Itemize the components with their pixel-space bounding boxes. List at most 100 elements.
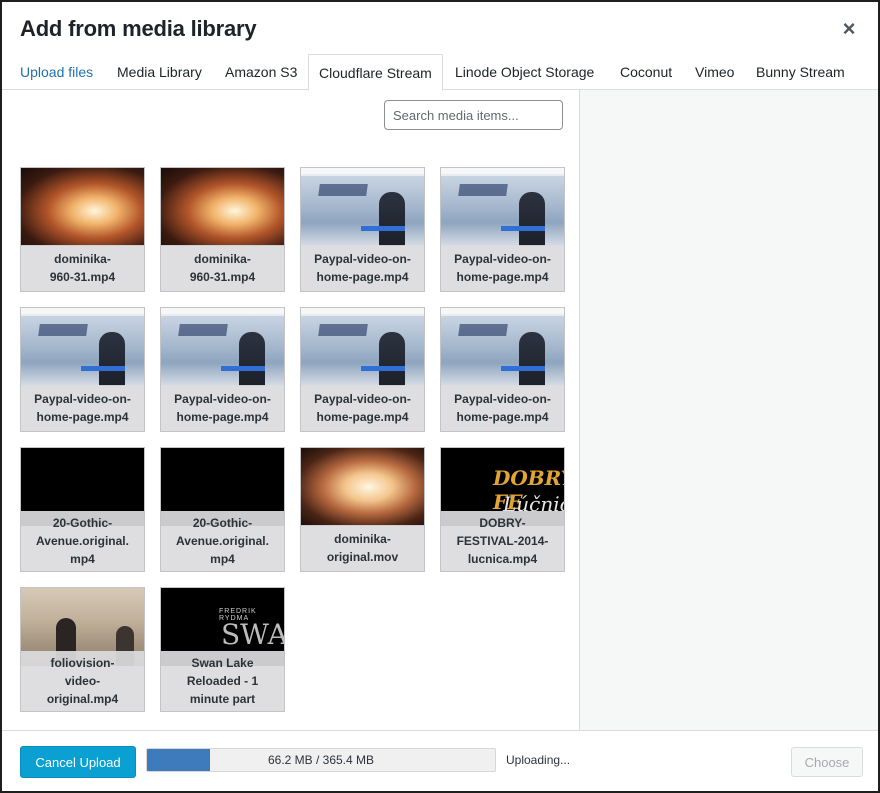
- thumb-detail: [519, 332, 545, 386]
- thumb-detail: [501, 366, 545, 371]
- filename-line: dominika-: [334, 532, 391, 546]
- thumb-detail: [441, 308, 564, 314]
- tab-upload-files[interactable]: Upload files: [10, 54, 103, 90]
- media-item[interactable]: foliovision-video-original.mp4: [20, 587, 145, 712]
- filename-line: Swan Lake: [191, 656, 254, 670]
- thumb-detail: [301, 168, 424, 174]
- filename-line: mp4: [70, 552, 95, 566]
- media-item-filename: Paypal-video-on-home-page.mp4: [441, 245, 564, 291]
- tab-amazon-s3[interactable]: Amazon S3: [215, 54, 307, 90]
- filename-line: Avenue.original.: [36, 534, 129, 548]
- filename-line: 960-31.mp4: [189, 270, 256, 284]
- filename-line: dominika-: [54, 252, 111, 266]
- thumb-detail: [178, 324, 228, 336]
- filename-line: 960-31.mp4: [49, 270, 116, 284]
- filename-line: 20-Gothic-: [192, 516, 253, 530]
- filename-line: original.mov: [326, 550, 399, 564]
- thumb-detail: [458, 324, 508, 336]
- filename-line: lucnica.mp4: [467, 552, 538, 566]
- media-item[interactable]: 20-Gothic- Avenue.original. mp4: [20, 447, 145, 572]
- filename-line: home-page.mp4: [456, 410, 549, 424]
- media-item[interactable]: dominika-original.mov: [300, 447, 425, 572]
- tab-linode-object-storage[interactable]: Linode Object Storage: [445, 54, 604, 90]
- media-thumbnail: [301, 168, 424, 246]
- filename-line: foliovision-: [50, 656, 115, 670]
- tab-bar: Upload files Media Library Amazon S3 Clo…: [2, 54, 878, 91]
- media-item[interactable]: dominika- 960-31.mp4: [160, 167, 285, 292]
- filename-line: 20-Gothic-: [52, 516, 113, 530]
- thumb-detail: [458, 184, 508, 196]
- modal-title: Add from media library: [20, 16, 257, 41]
- filename-line: Paypal-video-on-: [314, 252, 411, 266]
- thumb-detail: [379, 192, 405, 246]
- media-item-filename: dominika-original.mov: [301, 525, 424, 571]
- filename-line: original.mp4: [46, 692, 119, 706]
- tab-vimeo[interactable]: Vimeo: [685, 54, 744, 90]
- filename-line: home-page.mp4: [176, 410, 269, 424]
- thumb-detail: [361, 366, 405, 371]
- filename-line: home-page.mp4: [36, 410, 129, 424]
- filename-line: Paypal-video-on-: [34, 392, 131, 406]
- cancel-upload-button[interactable]: Cancel Upload: [20, 746, 136, 778]
- tab-media-library[interactable]: Media Library: [107, 54, 212, 90]
- media-item[interactable]: DOBRY FELúčnicDOBRY-FESTIVAL-2014-lucnic…: [440, 447, 565, 572]
- thumb-detail: [81, 366, 125, 371]
- tab-cloudflare-stream[interactable]: Cloudflare Stream: [308, 54, 443, 91]
- media-item[interactable]: FREDRIK RYDMASWANSwan LakeReloaded - 1mi…: [160, 587, 285, 712]
- thumb-detail: [239, 332, 265, 386]
- filename-line: mp4: [210, 552, 235, 566]
- media-item-filename: Paypal-video-on-home-page.mp4: [21, 385, 144, 431]
- media-item-filename: dominika- 960-31.mp4: [21, 245, 144, 291]
- filename-line: minute part: [189, 692, 256, 706]
- media-item-filename: Paypal-video-on-home-page.mp4: [441, 385, 564, 431]
- media-item-filename: Paypal-video-on-home-page.mp4: [301, 385, 424, 431]
- thumb-detail: [221, 366, 265, 371]
- thumb-detail: [379, 332, 405, 386]
- media-thumbnail: [161, 168, 284, 246]
- filename-line: Avenue.original.: [176, 534, 269, 548]
- filename-line: Paypal-video-on-: [454, 252, 551, 266]
- media-item-filename: Paypal-video-on-home-page.mp4: [161, 385, 284, 431]
- close-icon[interactable]: ×: [840, 18, 858, 40]
- attachment-details-sidebar: [579, 90, 878, 730]
- media-item[interactable]: 20-Gothic- Avenue.original. mp4: [160, 447, 285, 572]
- media-thumbnail: [441, 168, 564, 246]
- thumb-detail: [318, 324, 368, 336]
- thumb-detail: [519, 192, 545, 246]
- tab-bunny-stream[interactable]: Bunny Stream: [746, 54, 855, 90]
- media-item[interactable]: Paypal-video-on-home-page.mp4: [300, 167, 425, 292]
- media-item-filename: dominika- 960-31.mp4: [161, 245, 284, 291]
- media-item-filename: Paypal-video-on-home-page.mp4: [301, 245, 424, 291]
- media-thumbnail: [21, 308, 144, 386]
- media-item[interactable]: dominika- 960-31.mp4: [20, 167, 145, 292]
- search-input[interactable]: [384, 100, 563, 130]
- media-item[interactable]: Paypal-video-on-home-page.mp4: [300, 307, 425, 432]
- media-item-filename: Swan Lake Reloaded - 1 minute part: [161, 651, 284, 711]
- media-thumbnail: [301, 448, 424, 526]
- tab-coconut[interactable]: Coconut: [610, 54, 682, 90]
- media-thumbnail: [441, 308, 564, 386]
- upload-progress-text: 66.2 MB / 365.4 MB: [267, 753, 375, 767]
- media-item[interactable]: Paypal-video-on-home-page.mp4: [20, 307, 145, 432]
- filename-line: DOBRY-: [479, 516, 526, 530]
- media-item-filename: 20-Gothic- Avenue.original. mp4: [161, 511, 284, 571]
- media-item[interactable]: Paypal-video-on-home-page.mp4: [440, 167, 565, 292]
- media-item[interactable]: Paypal-video-on-home-page.mp4: [160, 307, 285, 432]
- thumb-detail: [501, 226, 545, 231]
- filename-line: Paypal-video-on-: [454, 392, 551, 406]
- media-item-filename: DOBRY- FESTIVAL-2014- lucnica.mp4: [441, 511, 564, 571]
- thumb-detail: [361, 226, 405, 231]
- filename-line: dominika-: [194, 252, 251, 266]
- filename-line: Reloaded - 1: [186, 674, 259, 688]
- thumb-detail: [99, 332, 125, 386]
- thumb-detail: [21, 308, 144, 314]
- media-item-filename: foliovision-video-original.mp4: [21, 651, 144, 711]
- media-item-filename: 20-Gothic- Avenue.original. mp4: [21, 511, 144, 571]
- media-item[interactable]: Paypal-video-on-home-page.mp4: [440, 307, 565, 432]
- thumb-detail: [441, 168, 564, 174]
- media-thumbnail: [21, 168, 144, 246]
- thumb-detail: [318, 184, 368, 196]
- media-thumbnail: [161, 308, 284, 386]
- filename-line: Paypal-video-on-: [314, 392, 411, 406]
- filename-line: home-page.mp4: [456, 270, 549, 284]
